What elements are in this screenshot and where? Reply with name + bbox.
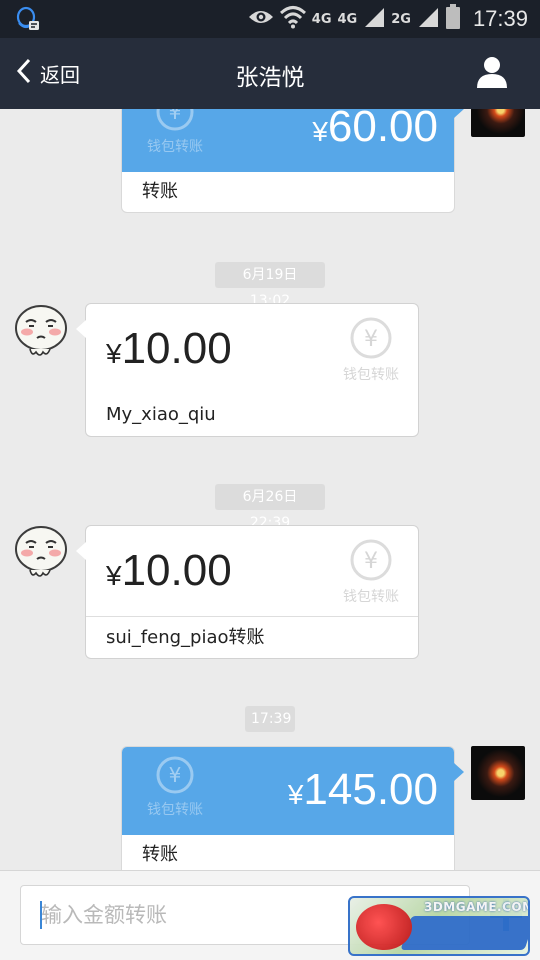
chat-area[interactable]: ¥ 钱包转账 ¥60.00 转账 6月19日 13:02 ¥10.00 ¥ 钱包… bbox=[0, 109, 540, 870]
qq-notification-icon bbox=[14, 6, 40, 36]
wallet-transfer-watermark: ¥ 钱包转账 bbox=[336, 316, 406, 384]
transfer-card[interactable]: ¥ 钱包转账 ¥145.00 转账 bbox=[122, 747, 464, 870]
wallet-transfer-watermark: ¥ 钱包转账 bbox=[142, 755, 208, 819]
transfer-card[interactable]: ¥10.00 ¥ 钱包转账 My_xiao_qiu bbox=[76, 304, 418, 436]
timestamp: 17:39 bbox=[245, 706, 295, 732]
avatar[interactable] bbox=[471, 109, 525, 137]
watermark-label: 钱包转账 bbox=[343, 367, 399, 383]
watermark-label: 钱包转账 bbox=[343, 589, 399, 605]
wallet-transfer-watermark: ¥ 钱包转账 bbox=[336, 538, 406, 606]
watermark-label: 钱包转账 bbox=[147, 139, 203, 155]
avatar[interactable] bbox=[12, 302, 70, 360]
transfer-amount: ¥145.00 bbox=[287, 765, 438, 814]
wifi-icon bbox=[279, 5, 306, 33]
transfer-amount: ¥10.00 bbox=[106, 546, 232, 595]
yen-circle-icon: ¥ bbox=[350, 317, 392, 359]
eye-icon bbox=[248, 8, 274, 30]
battery-icon bbox=[445, 4, 461, 34]
transfer-note: sui_feng_piao转账 bbox=[86, 616, 418, 658]
transfer-note: 转账 bbox=[142, 844, 178, 865]
avatar[interactable] bbox=[12, 523, 70, 581]
status-time: 17:39 bbox=[472, 6, 528, 31]
yen-circle-icon: ¥ bbox=[156, 109, 194, 131]
signal-icon bbox=[363, 6, 385, 32]
sticker-face-icon bbox=[15, 526, 67, 577]
network-label: 2G bbox=[391, 11, 411, 27]
network-label: 4G bbox=[311, 11, 332, 27]
svg-text:¥: ¥ bbox=[364, 549, 378, 574]
text-caret bbox=[40, 901, 42, 929]
transfer-card[interactable]: ¥10.00 ¥ 钱包转账 sui_feng_piao转账 bbox=[76, 526, 418, 658]
status-bar: 4G 4G 2G 17:39 bbox=[0, 0, 540, 38]
timestamp: 6月26日 22:39 bbox=[215, 484, 325, 531]
yen-circle-icon: ¥ bbox=[156, 756, 194, 794]
page-title: 张浩悦 bbox=[235, 65, 305, 91]
transfer-note: My_xiao_qiu bbox=[106, 404, 216, 425]
transfer-amount: ¥60.00 bbox=[312, 109, 438, 151]
wallet-transfer-watermark: ¥ 钱包转账 bbox=[142, 109, 208, 156]
site-watermark-logo: 3DMGAME.COM bbox=[348, 896, 530, 956]
network-label: 4G bbox=[337, 11, 358, 27]
header: 返回 张浩悦 bbox=[0, 38, 540, 109]
signal-icon bbox=[417, 6, 439, 32]
sticker-face-icon bbox=[15, 305, 67, 356]
yen-circle-icon: ¥ bbox=[350, 539, 392, 581]
person-icon[interactable] bbox=[474, 54, 510, 90]
watermark-label: 钱包转账 bbox=[147, 802, 203, 818]
svg-text:¥: ¥ bbox=[364, 327, 378, 352]
transfer-card[interactable]: ¥ 钱包转账 ¥60.00 转账 bbox=[122, 109, 464, 212]
svg-text:¥: ¥ bbox=[169, 763, 182, 787]
transfer-amount: ¥10.00 bbox=[106, 324, 232, 373]
svg-text:¥: ¥ bbox=[169, 109, 182, 124]
avatar[interactable] bbox=[471, 746, 525, 800]
timestamp: 6月19日 13:02 bbox=[215, 262, 325, 309]
transfer-note: 转账 bbox=[142, 181, 178, 202]
